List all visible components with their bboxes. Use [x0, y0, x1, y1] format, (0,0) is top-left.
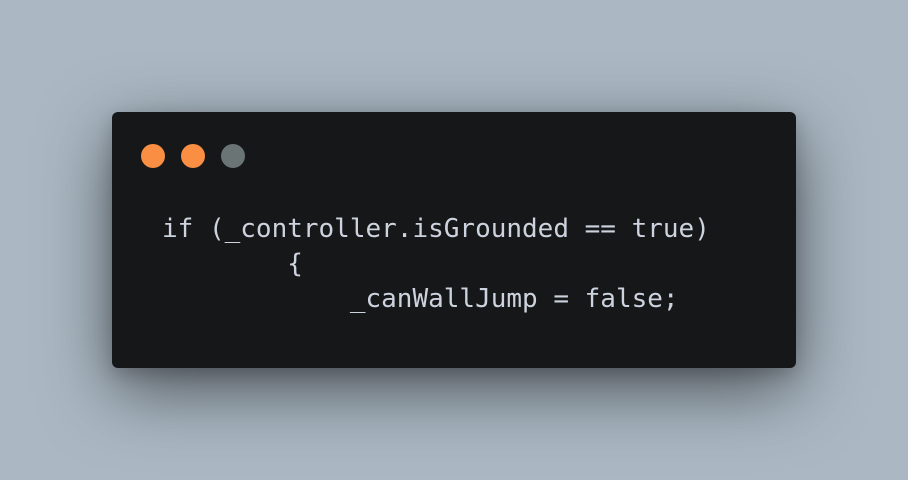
minimize-dot[interactable]: [181, 144, 205, 168]
close-dot[interactable]: [141, 144, 165, 168]
code-block: if (_controller.isGrounded == true) { _c…: [162, 212, 710, 317]
code-window: if (_controller.isGrounded == true) { _c…: [112, 112, 796, 368]
code-line: _canWallJump = false;: [162, 284, 679, 314]
code-line: if (_controller.isGrounded == true): [162, 214, 710, 244]
zoom-dot[interactable]: [221, 144, 245, 168]
code-line: {: [162, 249, 303, 279]
